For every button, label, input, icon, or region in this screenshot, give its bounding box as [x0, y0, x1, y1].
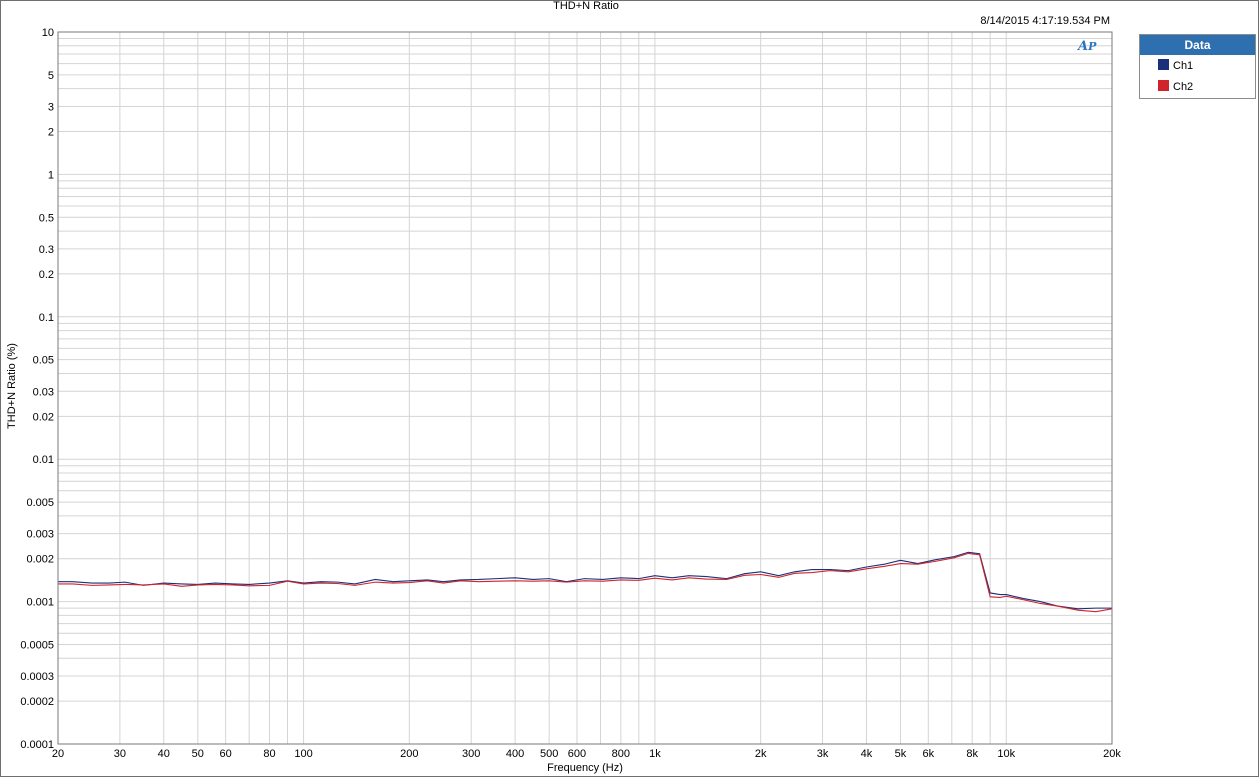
- plot-border: [57, 31, 1113, 745]
- legend-label-ch1: Ch1: [1173, 60, 1194, 72]
- x-tick-label: 6k: [922, 748, 934, 760]
- y-tick-label: 0.003: [26, 529, 54, 541]
- series-lines: [58, 551, 1113, 613]
- y-tick-label: 0.05: [33, 355, 54, 367]
- y-axis-ticks: 10 5 3 2 1 0.5 0.3 0.2 0.1 0.05 0.03 0.02 0.01 0.005 0…: [20, 27, 54, 751]
- x-tick-label: 8k: [966, 748, 978, 760]
- y-tick-label: 0.1: [39, 312, 54, 324]
- x-tick-label: 400: [506, 748, 524, 760]
- y-tick-label: 0.0003: [20, 671, 54, 683]
- series-line-ch2: [58, 552, 1113, 613]
- plot-area: 20 30 40 50 60 80 100 200 300 400 500 600 800 1k 2k 3k 4…: [6, 27, 1121, 774]
- x-tick-label: 1k: [649, 748, 661, 760]
- y-tick-label: 0.02: [33, 411, 54, 423]
- x-tick-label: 3k: [817, 748, 829, 760]
- y-tick-label: 3: [48, 101, 54, 113]
- legend-swatch-ch2: [1158, 80, 1169, 91]
- x-tick-label: 600: [568, 748, 586, 760]
- y-tick-label: 10: [42, 27, 54, 39]
- legend-label-ch2: Ch2: [1173, 81, 1194, 93]
- x-tick-label: 200: [400, 748, 418, 760]
- ap-logo-icon: AP: [1078, 39, 1097, 54]
- y-tick-label: 0.2: [39, 269, 54, 281]
- y-tick-label: 0.0005: [20, 639, 54, 651]
- y-tick-label: 1: [48, 169, 54, 181]
- x-tick-label: 100: [294, 748, 312, 760]
- y-tick-label: 0.002: [26, 554, 54, 566]
- legend-item-ch1[interactable]: Ch1: [1158, 59, 1193, 73]
- y-tick-label: 0.01: [33, 454, 54, 466]
- legend-swatch-ch1: [1158, 59, 1169, 70]
- y-tick-label: 0.0002: [20, 696, 54, 708]
- x-tick-label: 10k: [997, 748, 1015, 760]
- y-tick-label: 0.5: [39, 212, 54, 224]
- x-tick-label: 40: [158, 748, 170, 760]
- y-tick-label: 0.3: [39, 244, 54, 256]
- y-tick-label: 5: [48, 70, 54, 82]
- legend: Data Ch1 Ch2: [1139, 34, 1256, 99]
- x-tick-label: 2k: [755, 748, 767, 760]
- x-tick-label: 5k: [895, 748, 907, 760]
- y-axis-label: THD+N Ratio (%): [6, 343, 18, 429]
- y-tick-label: 0.03: [33, 386, 54, 398]
- x-tick-label: 50: [192, 748, 204, 760]
- x-tick-label: 20k: [1103, 748, 1121, 760]
- x-axis-ticks: 20 30 40 50 60 80 100 200 300 400 500 600 800 1k 2k 3k 4…: [52, 748, 1121, 760]
- x-tick-label: 4k: [861, 748, 873, 760]
- x-tick-label: 30: [114, 748, 126, 760]
- x-axis-label: Frequency (Hz): [547, 762, 623, 774]
- y-tick-label: 0.005: [26, 497, 54, 509]
- y-tick-label: 2: [48, 127, 54, 139]
- grid-lines: [58, 32, 1112, 744]
- x-tick-label: 80: [263, 748, 275, 760]
- legend-title: Data: [1140, 35, 1255, 55]
- y-tick-label: 0.0001: [20, 739, 54, 751]
- y-tick-label: 0.001: [26, 597, 54, 609]
- x-tick-label: 60: [220, 748, 232, 760]
- x-tick-label: 500: [540, 748, 558, 760]
- legend-item-ch2[interactable]: Ch2: [1158, 80, 1193, 94]
- x-tick-label: 300: [462, 748, 480, 760]
- x-tick-label: 800: [612, 748, 630, 760]
